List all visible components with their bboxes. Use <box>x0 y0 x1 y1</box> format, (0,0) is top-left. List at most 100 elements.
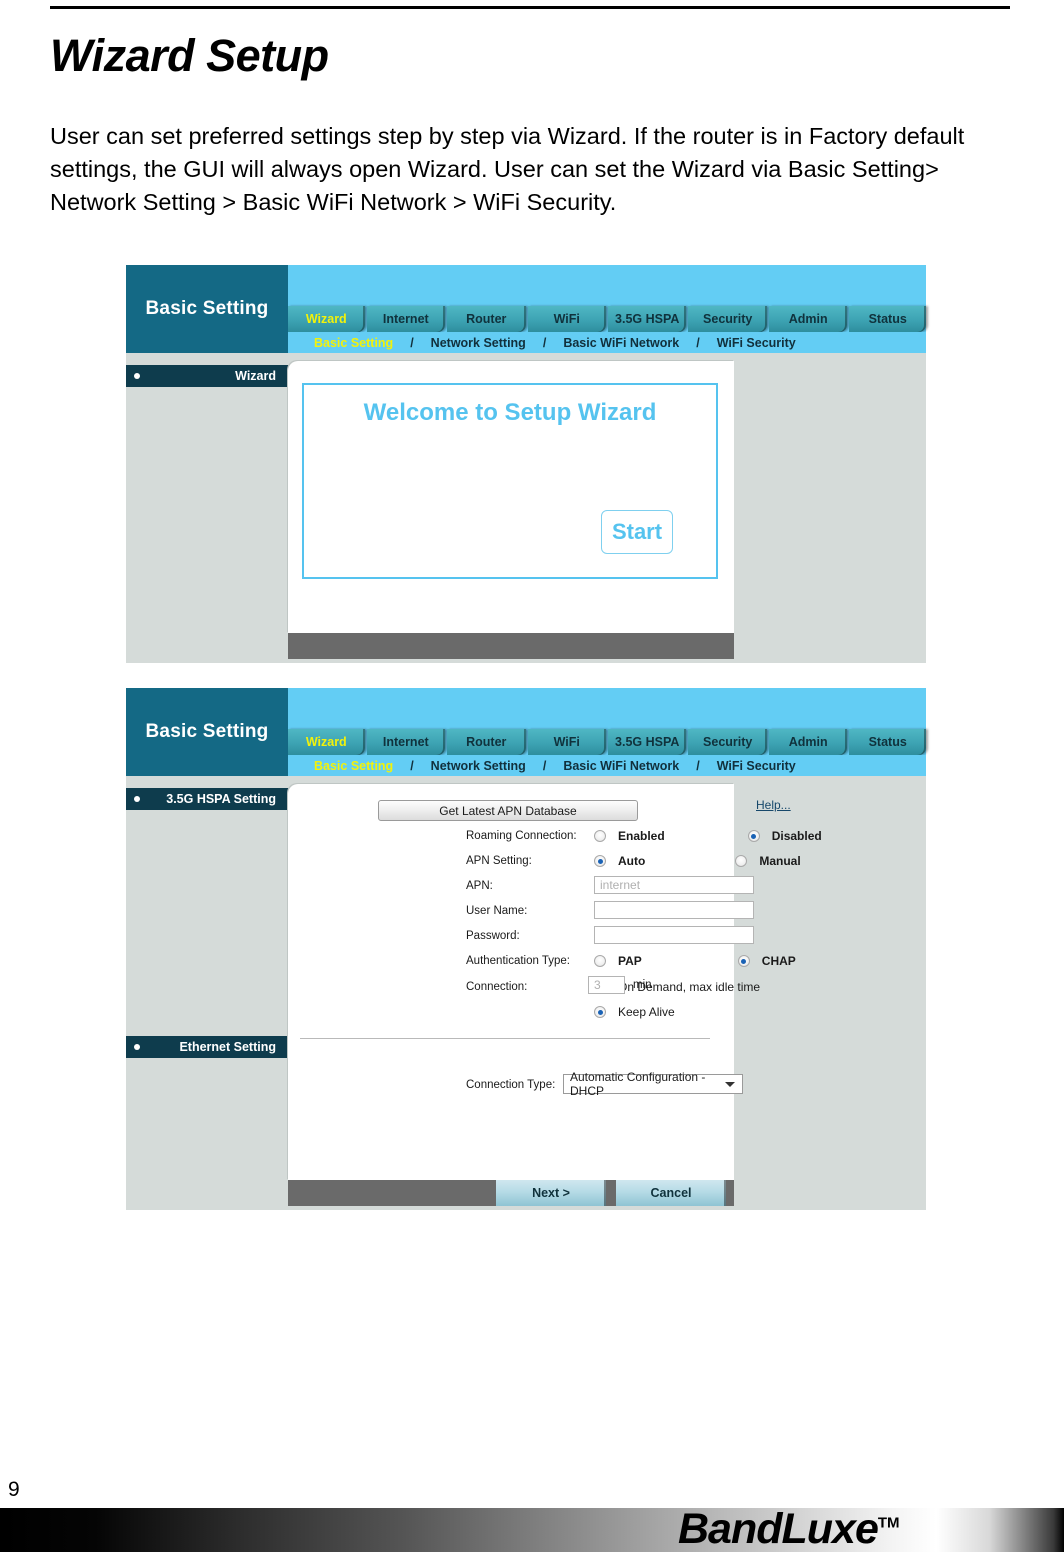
breadcrumb-separator: / <box>542 335 547 350</box>
tab-label: 3.5G HSPA <box>615 312 680 326</box>
tab-label: Security <box>703 735 753 749</box>
connection-keep-alive-radio[interactable] <box>594 1006 606 1018</box>
connection-row: Connection: On Demand, max idle time <box>466 978 846 996</box>
auth-chap-radio[interactable] <box>737 955 750 967</box>
tabstrip-wizard: Wizard Internet Router WiFi 3.5G HSPA Se… <box>288 306 926 332</box>
authentication-type-label: Authentication Type: <box>466 955 570 967</box>
router-ui-screenshot-hspa: Basic Setting Wizard Internet Router WiF… <box>126 688 926 1210</box>
password-input[interactable] <box>594 926 754 944</box>
idle-time-value: 3 <box>594 978 601 992</box>
username-label: User Name: <box>466 905 528 917</box>
brand-label: Basic Setting <box>145 298 269 319</box>
roaming-enabled-radio[interactable] <box>594 830 606 842</box>
auth-pap-radio[interactable] <box>594 955 606 967</box>
sidebar-item-label: Wizard <box>235 369 276 383</box>
breadcrumb-separator: / <box>542 758 547 773</box>
page-top-rule <box>50 6 1010 9</box>
action-bar-hspa: Next > Cancel <box>288 1180 734 1206</box>
authentication-type-row: Authentication Type: PAP CHAP <box>466 952 846 970</box>
apn-input[interactable]: internet <box>594 876 754 894</box>
tab-router[interactable]: Router <box>447 729 526 755</box>
tab-label: WiFi <box>553 312 580 326</box>
content-card-wizard: Welcome to Setup Wizard Start <box>288 361 734 633</box>
apn-manual-radio[interactable] <box>735 855 748 867</box>
right-pane-wizard <box>734 363 926 663</box>
tab-label: Router <box>466 735 507 749</box>
tab-label: Admin <box>788 312 828 326</box>
tab-3-5g-hspa[interactable]: 3.5G HSPA <box>607 729 687 755</box>
trademark-symbol: TM <box>877 1514 900 1532</box>
apn-manual-label: Manual <box>759 854 801 868</box>
tab-wifi[interactable]: WiFi <box>527 729 606 755</box>
tab-security[interactable]: Security <box>688 729 767 755</box>
start-button-label: Start <box>611 519 663 544</box>
auth-chap-label: CHAP <box>761 954 796 968</box>
sidebar-item-wizard[interactable]: Wizard <box>126 365 299 387</box>
ui-header-wizard: Basic Setting Wizard Internet Router WiF… <box>126 265 926 353</box>
tab-label: WiFi <box>553 735 580 749</box>
username-input[interactable] <box>594 901 754 919</box>
tab-label: Status <box>868 735 907 749</box>
roaming-connection-label: Roaming Connection: <box>466 830 577 842</box>
sidebar-hspa: 3.5G HSPA Setting Ethernet Setting <box>126 776 299 1210</box>
content-card-hspa: Get Latest APN Database Roaming Connecti… <box>288 784 822 1180</box>
tab-admin[interactable]: Admin <box>768 306 848 332</box>
connection-type-select[interactable]: Automatic Configuration - DHCP <box>563 1070 743 1098</box>
tab-admin[interactable]: Admin <box>768 729 848 755</box>
start-button[interactable]: Start <box>601 510 673 554</box>
breadcrumb-hspa: Basic Setting / Network Setting / Basic … <box>288 755 926 776</box>
sidebar-item-ethernet-setting[interactable]: Ethernet Setting <box>126 1036 299 1058</box>
idle-time-input[interactable]: 3 <box>588 976 625 994</box>
tab-wifi[interactable]: WiFi <box>527 306 606 332</box>
tab-status[interactable]: Status <box>849 729 926 755</box>
bandluxe-logo-text: BandLuxe <box>678 1505 879 1553</box>
get-latest-apn-database-button[interactable]: Get Latest APN Database <box>378 800 638 821</box>
right-pane-hspa: Help... <box>734 786 926 1210</box>
breadcrumb-item-basic-setting[interactable]: Basic Setting <box>314 336 393 350</box>
tab-3-5g-hspa[interactable]: 3.5G HSPA <box>607 306 687 332</box>
router-ui-screenshot-wizard: Basic Setting Wizard Internet Router WiF… <box>126 265 926 663</box>
tab-label: Wizard <box>305 735 347 749</box>
tab-label: Internet <box>382 735 429 749</box>
breadcrumb-item-basic-setting[interactable]: Basic Setting <box>314 759 393 773</box>
apn-setting-row: APN Setting: Auto Manual <box>466 852 846 870</box>
tab-internet[interactable]: Internet <box>366 306 446 332</box>
brand-label: Basic Setting <box>145 721 269 742</box>
breadcrumb-separator: / <box>696 758 700 773</box>
tab-router[interactable]: Router <box>447 306 526 332</box>
tab-internet[interactable]: Internet <box>366 729 446 755</box>
breadcrumb-item-basic-wifi-network[interactable]: Basic WiFi Network <box>563 336 679 350</box>
tab-label: Security <box>703 312 753 326</box>
tab-wizard[interactable]: Wizard <box>288 729 365 755</box>
sidebar-wizard: Wizard <box>126 353 299 663</box>
intro-paragraph: User can set preferred settings step by … <box>50 123 965 215</box>
next-button[interactable]: Next > <box>496 1180 606 1206</box>
tab-label: Admin <box>788 735 828 749</box>
breadcrumb-item-basic-wifi-network[interactable]: Basic WiFi Network <box>563 759 679 773</box>
ui-body-wizard: Wizard Welcome to Setup Wizard Start <box>126 353 926 663</box>
tab-status[interactable]: Status <box>849 306 926 332</box>
connection-keep-alive-label: Keep Alive <box>618 1005 675 1019</box>
sidebar-item-3-5g-hspa-setting[interactable]: 3.5G HSPA Setting <box>126 788 299 810</box>
roaming-disabled-radio[interactable] <box>747 830 760 842</box>
breadcrumb-separator: / <box>696 335 700 350</box>
breadcrumb-item-network-setting[interactable]: Network Setting <box>431 336 526 350</box>
breadcrumb-separator: / <box>410 335 414 350</box>
apn-auto-label: Auto <box>618 854 646 868</box>
footer-gradient-bar <box>0 1508 1064 1552</box>
cancel-button[interactable]: Cancel <box>616 1180 726 1206</box>
tab-security[interactable]: Security <box>688 306 767 332</box>
help-link[interactable]: Help... <box>756 798 791 812</box>
roaming-enabled-label: Enabled <box>618 829 665 843</box>
breadcrumb-item-network-setting[interactable]: Network Setting <box>431 759 526 773</box>
tab-label: Status <box>868 312 907 326</box>
next-button-label: Next > <box>532 1186 570 1200</box>
breadcrumb-wizard: Basic Setting / Network Setting / Basic … <box>288 332 926 353</box>
apn-auto-radio[interactable] <box>594 855 606 867</box>
tab-wizard[interactable]: Wizard <box>288 306 365 332</box>
brand-panel-hspa: Basic Setting <box>126 688 288 776</box>
connection-label: Connection: <box>466 981 528 993</box>
action-bar-wizard <box>288 633 734 659</box>
breadcrumb-item-wifi-security[interactable]: WiFi Security <box>717 336 796 350</box>
breadcrumb-item-wifi-security[interactable]: WiFi Security <box>717 759 796 773</box>
